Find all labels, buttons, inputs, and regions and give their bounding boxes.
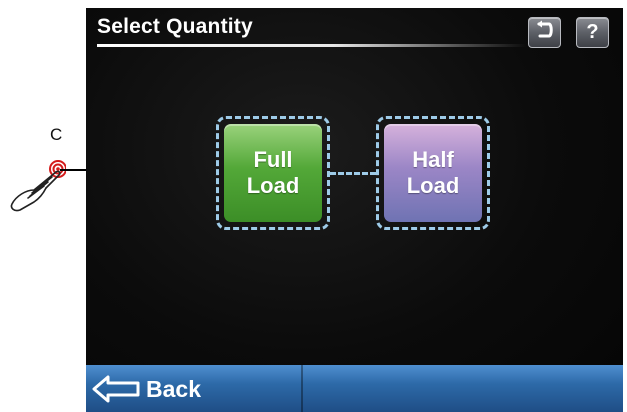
half-load-button[interactable]: Half Load (384, 124, 482, 222)
bottom-bar: Back (86, 365, 623, 412)
page-title: Select Quantity (97, 15, 253, 38)
option-connector (330, 172, 376, 175)
half-load-selection-frame: Half Load (376, 116, 490, 230)
callout: C (0, 0, 222, 260)
back-arrow-icon (92, 375, 142, 408)
half-load-label-line2: Load (406, 173, 460, 198)
help-label: ? (586, 21, 599, 43)
help-button[interactable]: ? (576, 17, 609, 48)
callout-letter: C (50, 125, 63, 144)
bottom-bar-divider (301, 365, 303, 412)
undo-button[interactable] (528, 17, 561, 48)
back-button[interactable]: Back (86, 365, 301, 412)
full-load-label-line2: Load (246, 173, 300, 198)
undo-arrow-icon (535, 20, 555, 46)
half-load-label-line1: Half (412, 147, 454, 172)
pointing-hand-icon (4, 146, 67, 219)
back-label: Back (146, 376, 201, 402)
full-load-label-line1: Full (253, 147, 293, 172)
title-underline (97, 44, 527, 47)
device-screen: Select Quantity ? Full Load Half Load Ba… (86, 8, 623, 412)
full-load-selection-frame: Full Load (216, 116, 330, 230)
full-load-button[interactable]: Full Load (224, 124, 322, 222)
header: Select Quantity ? (86, 8, 623, 54)
